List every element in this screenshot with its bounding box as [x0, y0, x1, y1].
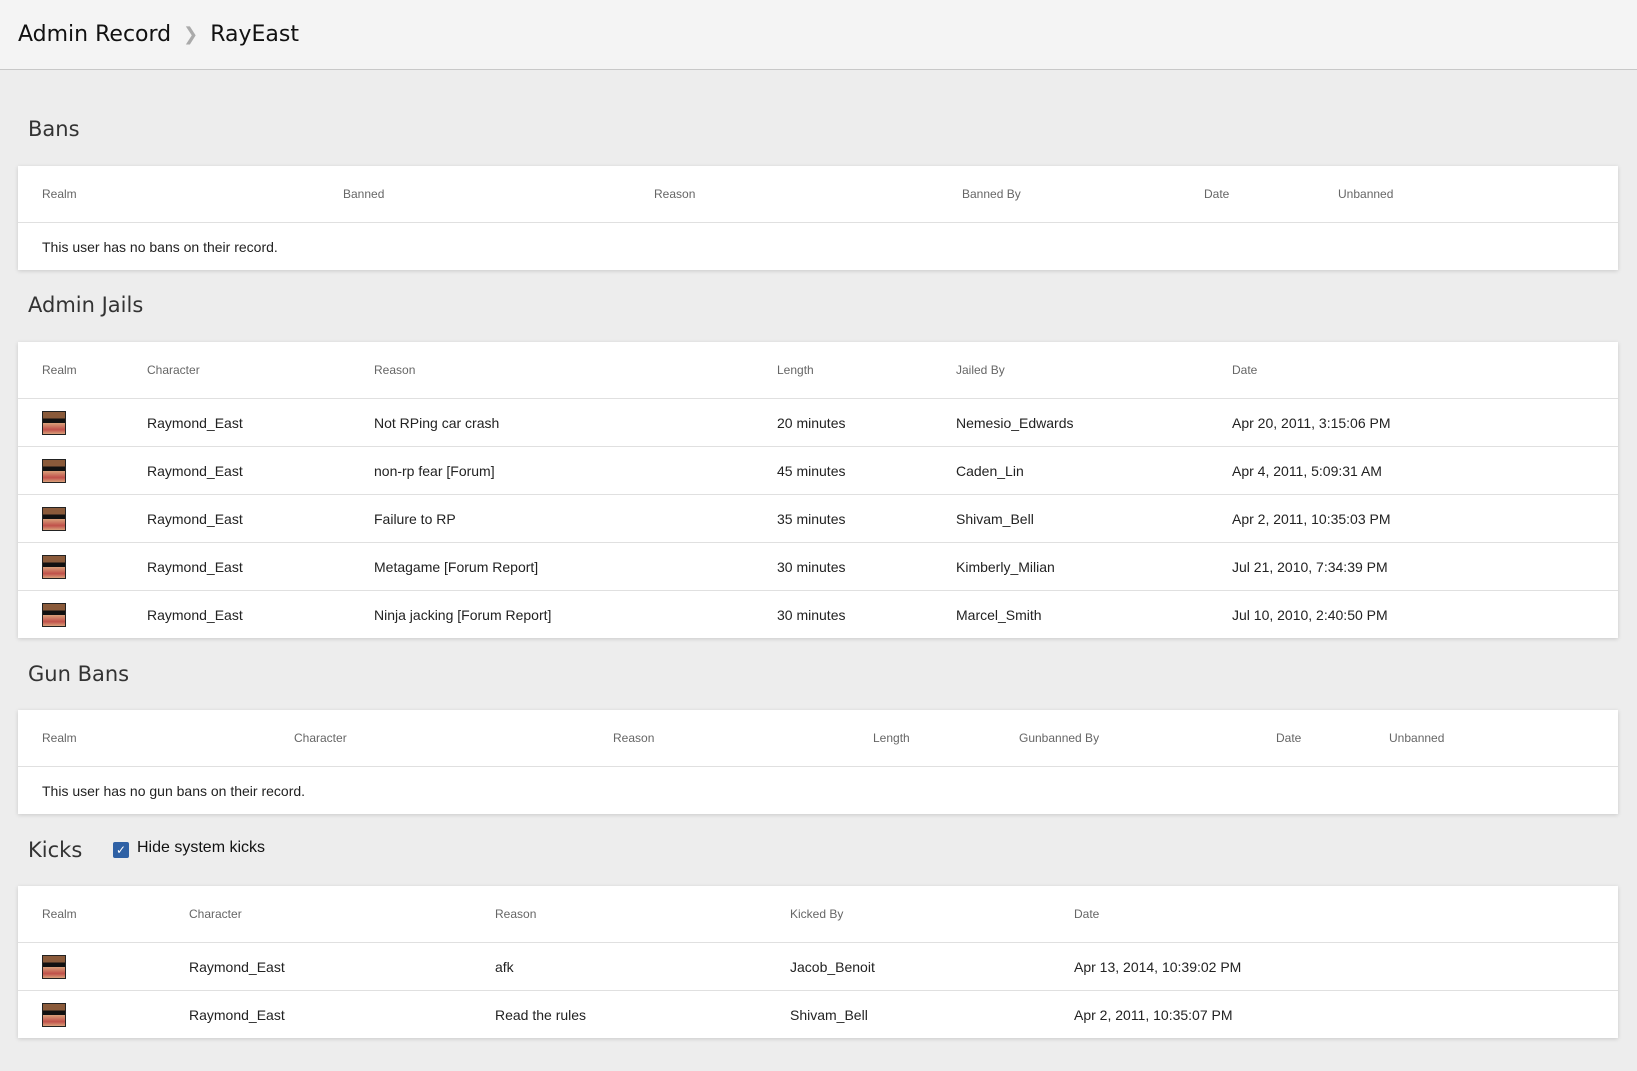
table-row: Raymond_East non-rp fear [Forum] 45 minute… [18, 446, 1618, 494]
table-cell: Jul 10, 2010, 2:40:50 PM [1232, 606, 1388, 623]
jails-title: Admin Jails [28, 293, 144, 317]
gunbans-title: Gun Bans [28, 662, 130, 686]
table-cell: Raymond_East [147, 414, 243, 431]
column-header: Character [147, 363, 200, 377]
gunbans-table: Realm Character Reason Length Gunbanned By Da… [18, 710, 1618, 814]
table-row: Raymond_East Read the rules Shivam_Bell Apr… [18, 990, 1618, 1038]
table-cell: Raymond_East [147, 606, 243, 623]
table-row: Raymond_East Metagame [Forum Report] 30 mi… [18, 542, 1618, 590]
table-cell: Raymond_East [147, 558, 243, 575]
column-header: Character [189, 907, 242, 921]
table-cell: Nemesio_Edwards [956, 414, 1074, 431]
bans-title: Bans [28, 117, 80, 141]
realm-avatar-icon [42, 506, 66, 531]
table-cell: Apr 2, 2011, 10:35:03 PM [1232, 510, 1391, 527]
column-header: Character [294, 731, 347, 745]
column-header: Kicked By [790, 907, 844, 921]
table-row: Raymond_East Not RPing car crash 20 minute… [18, 398, 1618, 446]
table-cell: Jul 21, 2010, 7:34:39 PM [1232, 558, 1388, 575]
table-cell: Apr 4, 2011, 5:09:31 AM [1232, 462, 1382, 479]
column-header: Realm [42, 363, 77, 377]
column-header: Length [873, 731, 910, 745]
column-header: Reason [654, 187, 696, 201]
column-header: Reason [613, 731, 655, 745]
column-header: Reason [495, 907, 537, 921]
table-cell: Not RPing car crash [374, 414, 500, 431]
empty-row: This user has no gun bans on their recor… [18, 766, 1618, 814]
empty-message: This user has no gun bans on their recor… [42, 782, 306, 799]
table-header: Realm Character Reason Kicked By Date [18, 886, 1618, 942]
column-header: Reason [374, 363, 416, 377]
table-row: Raymond_East Failure to RP 35 minutes Shiva… [18, 494, 1618, 542]
realm-avatar-icon [42, 1002, 66, 1027]
kicks-title: Kicks [28, 838, 83, 862]
bans-table: Realm Banned Reason Banned By Date Unbanned Th… [18, 166, 1618, 270]
kicks-table: Realm Character Reason Kicked By Date Raymond… [18, 886, 1618, 1038]
table-cell: 35 minutes [777, 510, 846, 527]
empty-row: This user has no bans on their record. [18, 222, 1618, 270]
column-header: Date [1074, 907, 1100, 921]
column-header: Banned By [962, 187, 1021, 201]
realm-avatar-icon [42, 458, 66, 483]
table-cell: Metagame [Forum Report] [374, 558, 539, 575]
table-cell: Failure to RP [374, 510, 456, 527]
table-cell: Apr 2, 2011, 10:35:07 PM [1074, 1006, 1233, 1023]
table-cell: Shivam_Bell [790, 1006, 868, 1023]
table-cell: afk [495, 958, 514, 975]
table-header: Realm Banned Reason Banned By Date Unbanned [18, 166, 1618, 222]
chevron-right-icon: ❯ [183, 24, 199, 45]
table-cell: Raymond_East [189, 1006, 285, 1023]
column-header: Gunbanned By [1019, 731, 1100, 745]
table-cell: Shivam_Bell [956, 510, 1034, 527]
column-header: Unbanned [1338, 187, 1394, 201]
realm-avatar-icon [42, 554, 66, 579]
jails-table: Realm Character Reason Length Jailed By Date R… [18, 342, 1618, 638]
column-header: Realm [42, 731, 77, 745]
table-cell: Raymond_East [147, 462, 243, 479]
table-cell: Jacob_Benoit [790, 958, 875, 975]
table-cell: 45 minutes [777, 462, 846, 479]
empty-message: This user has no bans on their record. [42, 238, 278, 255]
table-cell: Kimberly_Milian [956, 558, 1055, 575]
breadcrumb: Admin Record ❯ RayEast [0, 0, 1637, 70]
table-cell: Apr 13, 2014, 10:39:02 PM [1074, 958, 1242, 975]
table-cell: Read the rules [495, 1006, 587, 1023]
breadcrumb-current: RayEast [210, 22, 299, 47]
table-cell: Raymond_East [189, 958, 285, 975]
table-cell: 30 minutes [777, 558, 846, 575]
table-row: Raymond_East Ninja jacking [Forum Report]… [18, 590, 1618, 638]
column-header: Jailed By [956, 363, 1005, 377]
column-header: Banned [343, 187, 385, 201]
table-cell: 30 minutes [777, 606, 846, 623]
table-cell: Caden_Lin [956, 462, 1024, 479]
table-row: Raymond_East afk Jacob_Benoit Apr 13, 2014,… [18, 942, 1618, 990]
realm-avatar-icon [42, 410, 66, 435]
realm-avatar-icon [42, 602, 66, 627]
hide-system-kicks-label[interactable]: Hide system kicks [137, 839, 265, 857]
check-icon: ✓ [115, 843, 127, 857]
column-header: Unbanned [1389, 731, 1445, 745]
table-cell: Ninja jacking [Forum Report] [374, 606, 552, 623]
table-header: Realm Character Reason Length Jailed By Date [18, 342, 1618, 398]
column-header: Realm [42, 187, 77, 201]
column-header: Date [1204, 187, 1230, 201]
column-header: Date [1232, 363, 1258, 377]
column-header: Length [777, 363, 814, 377]
realm-avatar-icon [42, 954, 66, 979]
breadcrumb-root[interactable]: Admin Record [18, 22, 171, 47]
column-header: Date [1276, 731, 1302, 745]
column-header: Realm [42, 907, 77, 921]
table-header: Realm Character Reason Length Gunbanned By Da… [18, 710, 1618, 766]
table-cell: non-rp fear [Forum] [374, 462, 495, 479]
table-cell: Marcel_Smith [956, 606, 1042, 623]
table-cell: Raymond_East [147, 510, 243, 527]
table-cell: 20 minutes [777, 414, 846, 431]
table-cell: Apr 20, 2011, 3:15:06 PM [1232, 414, 1391, 431]
hide-system-kicks-checkbox[interactable]: ✓ [113, 842, 129, 858]
